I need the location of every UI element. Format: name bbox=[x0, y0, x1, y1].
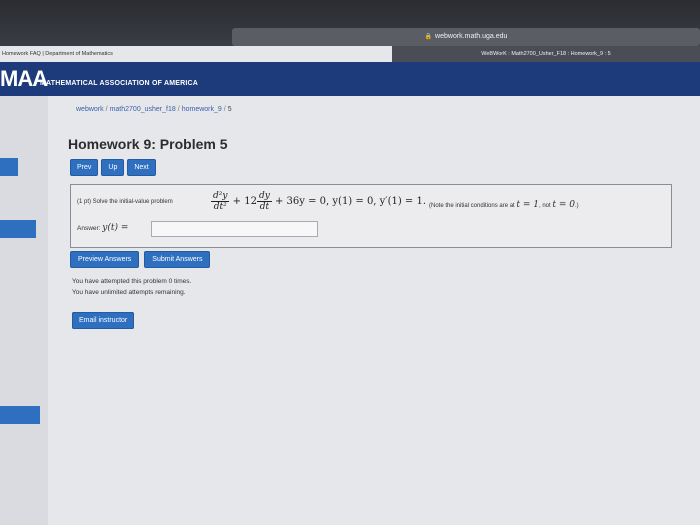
note-t0: t = 0 bbox=[552, 200, 575, 210]
lock-icon: 🔒 bbox=[424, 34, 433, 40]
breadcrumb-sep: / bbox=[177, 106, 180, 113]
next-button[interactable]: Next bbox=[127, 159, 156, 176]
maa-logo[interactable]: MAA bbox=[0, 66, 48, 92]
answer-math: y(t) = bbox=[102, 223, 129, 233]
answer-input[interactable] bbox=[151, 221, 318, 237]
fraction-denominator: dt bbox=[259, 202, 270, 212]
preview-answers-button[interactable]: Preview Answers bbox=[70, 251, 140, 268]
breadcrumb: webwork / math2700_usher_f18/homework_9/5 bbox=[76, 106, 232, 113]
problem-box: (1 pt) Solve the initial-value problem d… bbox=[70, 184, 672, 248]
email-instructor-button[interactable]: Email instructor bbox=[72, 312, 135, 329]
prev-button[interactable]: Prev bbox=[70, 159, 99, 176]
sidebar-item[interactable] bbox=[0, 220, 36, 238]
breadcrumb-sep: / bbox=[105, 106, 108, 113]
note-mid: , not bbox=[539, 203, 551, 209]
breadcrumb-course[interactable]: math2700_usher_f18 bbox=[110, 106, 176, 113]
equation: d²y dt² + 12 dy dt + 36y = 0, y(1) = 0, y′(… bbox=[211, 191, 426, 212]
submit-answers-button[interactable]: Submit Answers bbox=[144, 251, 211, 268]
fraction-d2y-dt2: d²y dt² bbox=[211, 191, 230, 212]
answer-row: Answer: y(t) = bbox=[77, 223, 128, 233]
url-text: webwork.math.uga.edu bbox=[435, 33, 508, 40]
maa-banner: MAA MATHEMATICAL ASSOCIATION OF AMERICA bbox=[0, 62, 700, 96]
fraction-denominator: dt² bbox=[213, 202, 227, 212]
up-button[interactable]: Up bbox=[101, 159, 125, 176]
equation-rest: + 36y = 0, y(1) = 0, y′(1) = 1. bbox=[275, 196, 427, 207]
sidebar-item[interactable] bbox=[0, 406, 40, 424]
tab-bar: Homework FAQ | Department of Mathematics… bbox=[0, 46, 700, 62]
note-prefix: (Note the initial conditions are at bbox=[429, 203, 515, 209]
page-body: webwork / math2700_usher_f18/homework_9/5 … bbox=[0, 96, 700, 525]
breadcrumb-webwork[interactable]: webwork bbox=[76, 106, 104, 113]
attempted-text: You have attempted this problem 0 times. bbox=[72, 278, 192, 285]
fraction-numerator: d²y bbox=[211, 191, 230, 202]
note-suffix: .) bbox=[574, 203, 579, 209]
initial-conditions-note: (Note the initial conditions are at t = … bbox=[429, 200, 579, 210]
problem-nav: Prev Up Next bbox=[70, 159, 156, 176]
main-content: webwork / math2700_usher_f18/homework_9/5 … bbox=[48, 96, 700, 525]
org-name: MATHEMATICAL ASSOCIATION OF AMERICA bbox=[40, 80, 199, 87]
tab-homework-faq[interactable]: Homework FAQ | Department of Mathematics bbox=[2, 46, 113, 62]
browser-chrome: 🔒 webwork.math.uga.edu bbox=[0, 0, 700, 50]
tab-webwork[interactable]: WeBWorK : Math2700_Usher_F18 : Homework_… bbox=[392, 46, 700, 62]
sidebar bbox=[0, 96, 48, 525]
problem-statement: (1 pt) Solve the initial-value problem bbox=[77, 199, 173, 205]
remaining-text: You have unlimited attempts remaining. bbox=[72, 289, 186, 296]
breadcrumb-sep: / bbox=[223, 106, 226, 113]
fraction-dy-dt: dy dt bbox=[256, 191, 272, 212]
fraction-numerator: dy bbox=[256, 191, 272, 202]
answer-label: Answer: bbox=[77, 225, 101, 232]
breadcrumb-problem: 5 bbox=[227, 106, 232, 113]
attempts-message: You have attempted this problem 0 times.… bbox=[72, 276, 191, 298]
page-title: Homework 9: Problem 5 bbox=[68, 136, 228, 152]
email-section: Email instructor bbox=[72, 309, 135, 329]
breadcrumb-homework[interactable]: homework_9 bbox=[182, 106, 222, 113]
sidebar-item[interactable] bbox=[0, 158, 18, 176]
equation-coefficient: + 12 bbox=[232, 196, 257, 207]
address-bar[interactable]: 🔒 webwork.math.uga.edu bbox=[232, 28, 700, 46]
submit-actions: Preview Answers Submit Answers bbox=[70, 251, 211, 268]
note-t1: t = 1 bbox=[516, 200, 539, 210]
